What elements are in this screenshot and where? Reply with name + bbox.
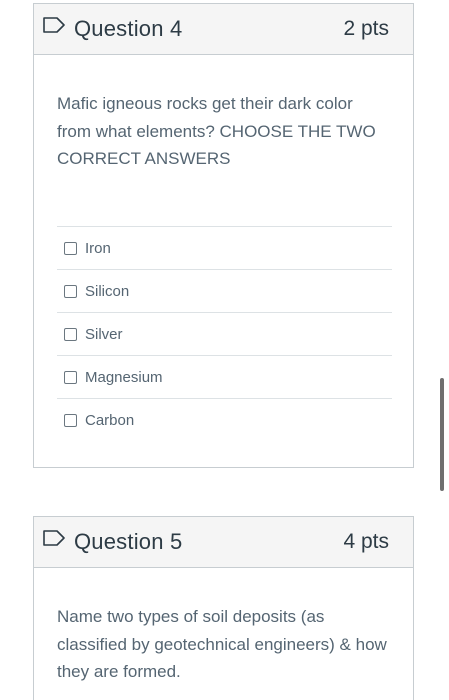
answer-option-silicon[interactable]: Silicon — [57, 270, 392, 313]
answer-option-carbon[interactable]: Carbon — [57, 399, 392, 442]
flag-question-icon[interactable] — [43, 530, 65, 546]
answer-option-silver[interactable]: Silver — [57, 313, 392, 356]
question-title: Question 5 — [74, 529, 183, 554]
answer-label[interactable]: Carbon — [85, 412, 134, 429]
answer-label[interactable]: Magnesium — [85, 369, 163, 386]
answer-checkbox[interactable] — [64, 370, 77, 384]
question-text: Name two types of soil deposits (as clas… — [57, 607, 387, 681]
question-text: Mafic igneous rocks get their dark color… — [57, 94, 376, 168]
question-5: Question 5 4 pts Name two types of soil … — [33, 516, 414, 700]
scrollbar-thumb[interactable] — [440, 378, 444, 491]
answer-checkbox[interactable] — [64, 414, 77, 427]
answer-label[interactable]: Silver — [85, 326, 123, 343]
answer-list: Iron Silicon Silver Magnesium Carbon — [57, 226, 392, 442]
answer-checkbox[interactable] — [64, 327, 77, 341]
question-header: Question 5 4 pts — [34, 517, 413, 568]
question-points: 4 pts — [343, 530, 389, 553]
question-4: Question 4 2 pts Mafic igneous rocks get… — [33, 3, 414, 468]
question-title: Question 4 — [74, 16, 183, 41]
answer-option-iron[interactable]: Iron — [57, 227, 392, 270]
quiz-page: Question 4 2 pts Mafic igneous rocks get… — [0, 0, 449, 700]
question-header: Question 4 2 pts — [34, 4, 413, 55]
answer-checkbox[interactable] — [64, 284, 77, 298]
answer-label[interactable]: Iron — [85, 240, 111, 257]
answer-option-magnesium[interactable]: Magnesium — [57, 356, 392, 399]
answer-checkbox[interactable] — [64, 241, 77, 255]
flag-question-icon[interactable] — [43, 17, 65, 33]
answer-label[interactable]: Silicon — [85, 283, 129, 300]
question-points: 2 pts — [343, 17, 389, 40]
